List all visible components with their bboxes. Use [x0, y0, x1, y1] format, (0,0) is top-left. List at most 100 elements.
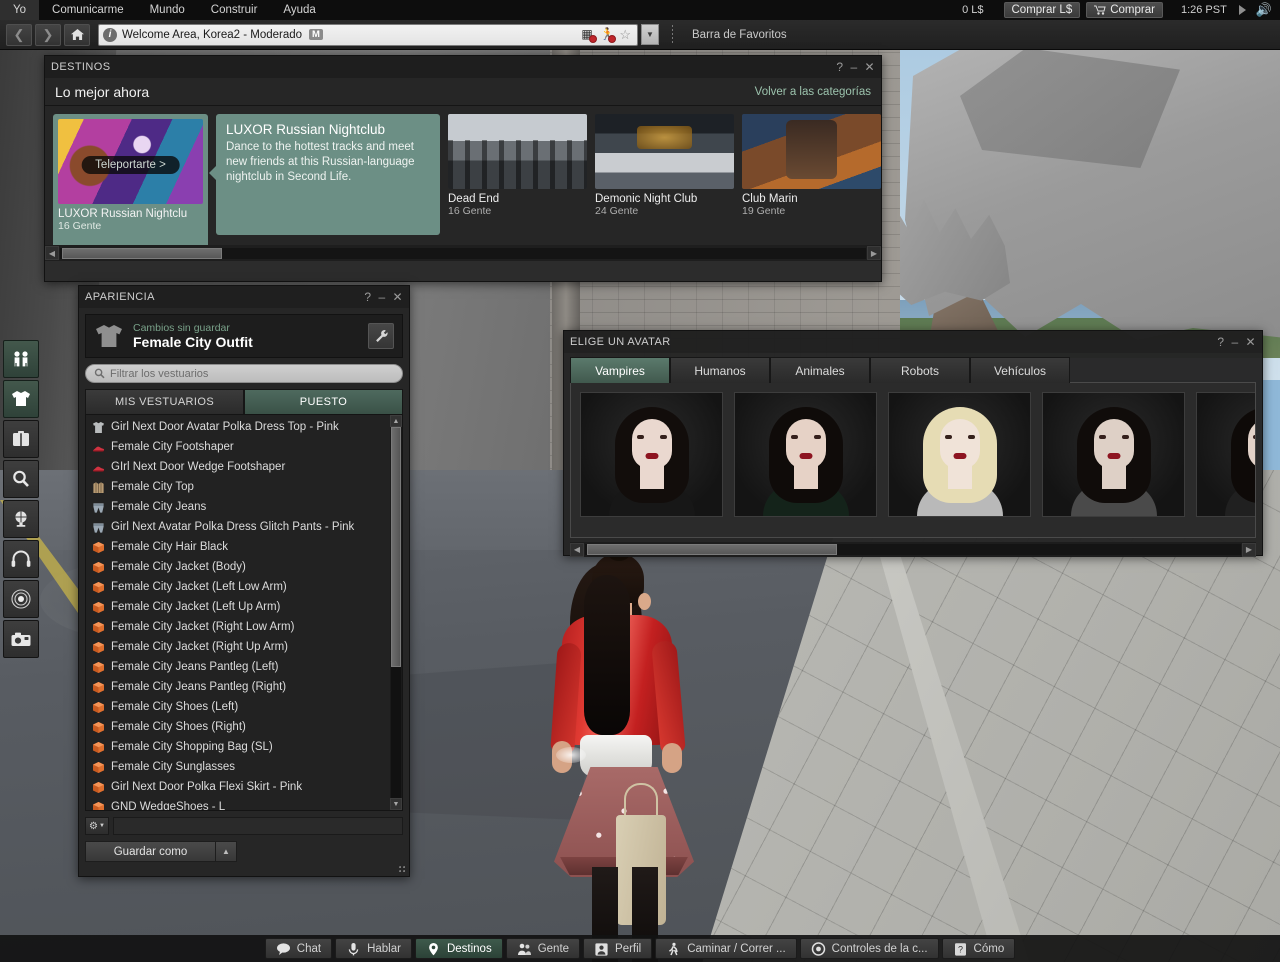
help-icon[interactable]: ?	[836, 60, 843, 74]
tab-robots[interactable]: Robots	[870, 357, 970, 383]
destination-card[interactable]: Dead End 16 Gente	[448, 114, 587, 261]
favorite-star-icon[interactable]: ☆	[619, 27, 631, 43]
tab-vampires[interactable]: Vampires	[570, 357, 670, 383]
worn-item-row[interactable]: Female City Jeans Pantleg (Right)	[86, 677, 402, 697]
close-icon[interactable]: ✕	[1246, 335, 1256, 349]
worn-items-list[interactable]: Girl Next Door Avatar Polka Dress Top - …	[85, 414, 403, 811]
close-icon[interactable]: ✕	[393, 290, 403, 304]
user-avatar[interactable]	[540, 545, 740, 962]
scroll-thumb[interactable]	[391, 427, 401, 667]
minimize-icon[interactable]: –	[378, 290, 385, 304]
worn-item-row[interactable]: Female City Jacket (Right Up Arm)	[86, 637, 402, 657]
menu-item-mundo[interactable]: Mundo	[137, 0, 198, 20]
destinations-horizontal-scrollbar[interactable]: ◀ ▶	[45, 245, 881, 261]
edit-outfit-button[interactable]	[368, 323, 394, 349]
sidebar-item-people[interactable]	[3, 340, 39, 378]
destination-card[interactable]: Club Marin 19 Gente	[742, 114, 881, 261]
bottom-toolbar-button-caminar-correr[interactable]: Caminar / Correr ...	[655, 938, 797, 959]
worn-item-row[interactable]: GND WedgeShoes - L	[86, 797, 402, 810]
worn-item-row[interactable]: Female City Jacket (Left Low Arm)	[86, 577, 402, 597]
forward-button[interactable]: ❯	[35, 23, 61, 46]
worn-item-row[interactable]: Female City Jeans	[86, 497, 402, 517]
avatar-picker-titlebar[interactable]: ELIGE UN AVATAR ? – ✕	[564, 331, 1262, 353]
sidebar-item-appearance[interactable]	[3, 380, 39, 418]
buy-button[interactable]: Comprar	[1086, 2, 1163, 18]
worn-item-row[interactable]: Female City Jacket (Body)	[86, 557, 402, 577]
worn-items-vertical-scrollbar[interactable]: ▲ ▼	[390, 415, 402, 810]
scroll-track[interactable]	[391, 427, 401, 798]
scroll-thumb[interactable]	[587, 544, 837, 555]
worn-item-row[interactable]: Girl Next Avatar Polka Dress Glitch Pant…	[86, 517, 402, 537]
menu-item-ayuda[interactable]: Ayuda	[270, 0, 328, 20]
avatar-thumbnail[interactable]	[734, 392, 877, 517]
scroll-track[interactable]	[60, 247, 866, 259]
worn-item-row[interactable]: Female City Jacket (Left Up Arm)	[86, 597, 402, 617]
worn-item-row[interactable]: Female City Footshaper	[86, 437, 402, 457]
scroll-right-arrow-icon[interactable]: ▶	[867, 246, 881, 260]
worn-item-row[interactable]: Female City Hair Black	[86, 537, 402, 557]
bottom-toolbar-button-gente[interactable]: Gente	[505, 938, 581, 959]
bottom-toolbar-button-controles-de-la-c[interactable]: Controles de la c...	[799, 938, 939, 959]
back-to-categories-link[interactable]: Volver a las categorías	[755, 86, 871, 98]
save-as-button[interactable]: Guardar como	[85, 841, 216, 862]
avatar-thumbnail[interactable]	[1042, 392, 1185, 517]
worn-item-row[interactable]: Female City Sunglasses	[86, 757, 402, 777]
bottom-toolbar-button-c-mo[interactable]: ? Cómo	[941, 938, 1016, 959]
help-icon[interactable]: ?	[364, 290, 371, 304]
home-button[interactable]	[64, 23, 90, 46]
menu-item-construir[interactable]: Construir	[198, 0, 271, 20]
scroll-down-arrow-icon[interactable]: ▼	[390, 798, 402, 810]
destination-card[interactable]: Demonic Night Club 24 Gente	[595, 114, 734, 261]
tab-mis-vestuarios[interactable]: MIS VESTUARIOS	[85, 389, 244, 414]
worn-item-row[interactable]: Female City Shopping Bag (SL)	[86, 737, 402, 757]
resize-grip[interactable]	[397, 864, 407, 874]
menu-item-comunicarme[interactable]: Comunicarme	[39, 0, 137, 20]
avatar-thumbnail[interactable]	[1196, 392, 1255, 517]
info-icon[interactable]: i	[103, 27, 117, 42]
bottom-toolbar-button-destinos[interactable]: Destinos	[414, 938, 503, 959]
sidebar-item-search[interactable]	[3, 460, 39, 498]
scroll-left-arrow-icon[interactable]: ◀	[570, 542, 584, 557]
destinations-floater[interactable]: DESTINOS ? – ✕ Lo mejor ahora Volver a l…	[44, 55, 882, 282]
help-icon[interactable]: ?	[1217, 335, 1224, 349]
appearance-floater[interactable]: APARIENCIA ? – ✕ Cambios sin guardar Fem…	[78, 285, 410, 877]
sidebar-item-inventory[interactable]	[3, 420, 39, 458]
worn-item-row[interactable]: Female City Jacket (Right Low Arm)	[86, 617, 402, 637]
avatar-thumbnail[interactable]	[888, 392, 1031, 517]
no-run-icon[interactable]: 🏃	[600, 27, 617, 43]
save-as-control[interactable]: Guardar como ▲	[85, 841, 237, 862]
worn-item-row[interactable]: GIrl Next Door Wedge Footshaper	[86, 457, 402, 477]
back-button[interactable]: ❮	[6, 23, 32, 46]
worn-item-row[interactable]: Female City Shoes (Right)	[86, 717, 402, 737]
location-dropdown-icon[interactable]: ▼	[641, 24, 659, 45]
scroll-up-arrow-icon[interactable]: ▲	[390, 415, 402, 427]
worn-item-row[interactable]: Female City Jeans Pantleg (Left)	[86, 657, 402, 677]
sidebar-item-voice[interactable]	[3, 540, 39, 578]
destination-thumbnail[interactable]: Teleportarte >	[58, 119, 203, 204]
worn-item-row[interactable]: Girl Next Door Avatar Polka Dress Top - …	[86, 417, 402, 437]
minimize-icon[interactable]: –	[850, 60, 857, 74]
outfit-filter-input[interactable]: Filtrar los vestuarios	[85, 364, 403, 383]
destination-thumbnail[interactable]	[448, 114, 587, 189]
tab-animales[interactable]: Animales	[770, 357, 870, 383]
tab-vehiculos[interactable]: Vehículos	[970, 357, 1070, 383]
sidebar-item-minimap[interactable]	[3, 580, 39, 618]
worn-item-row[interactable]: Girl Next Door Polka Flexi Skirt - Pink	[86, 777, 402, 797]
caret-up-icon[interactable]: ▲	[216, 841, 237, 862]
scroll-thumb[interactable]	[62, 247, 222, 259]
close-icon[interactable]: ✕	[865, 60, 875, 74]
avatar-grid-horizontal-scrollbar[interactable]: ◀ ▶	[570, 542, 1256, 557]
worn-item-row[interactable]: Female City Top	[86, 477, 402, 497]
bottom-toolbar-button-perfil[interactable]: Perfil	[583, 938, 653, 959]
scroll-left-arrow-icon[interactable]: ◀	[45, 246, 59, 260]
gear-dropdown-icon[interactable]: ⚙ ▼	[85, 817, 109, 835]
avatar-thumbnail[interactable]	[580, 392, 723, 517]
appearance-titlebar[interactable]: APARIENCIA ? – ✕	[79, 286, 409, 308]
sidebar-item-snapshot[interactable]	[3, 620, 39, 658]
volume-speaker-icon[interactable]: 🔊	[1256, 2, 1272, 18]
destination-thumbnail[interactable]	[595, 114, 734, 189]
no-build-icon[interactable]: ▦	[581, 27, 598, 43]
buy-lindens-button[interactable]: Comprar L$	[1003, 2, 1081, 18]
sidebar-item-world-map[interactable]	[3, 500, 39, 538]
bottom-toolbar-button-hablar[interactable]: Hablar	[335, 938, 412, 959]
